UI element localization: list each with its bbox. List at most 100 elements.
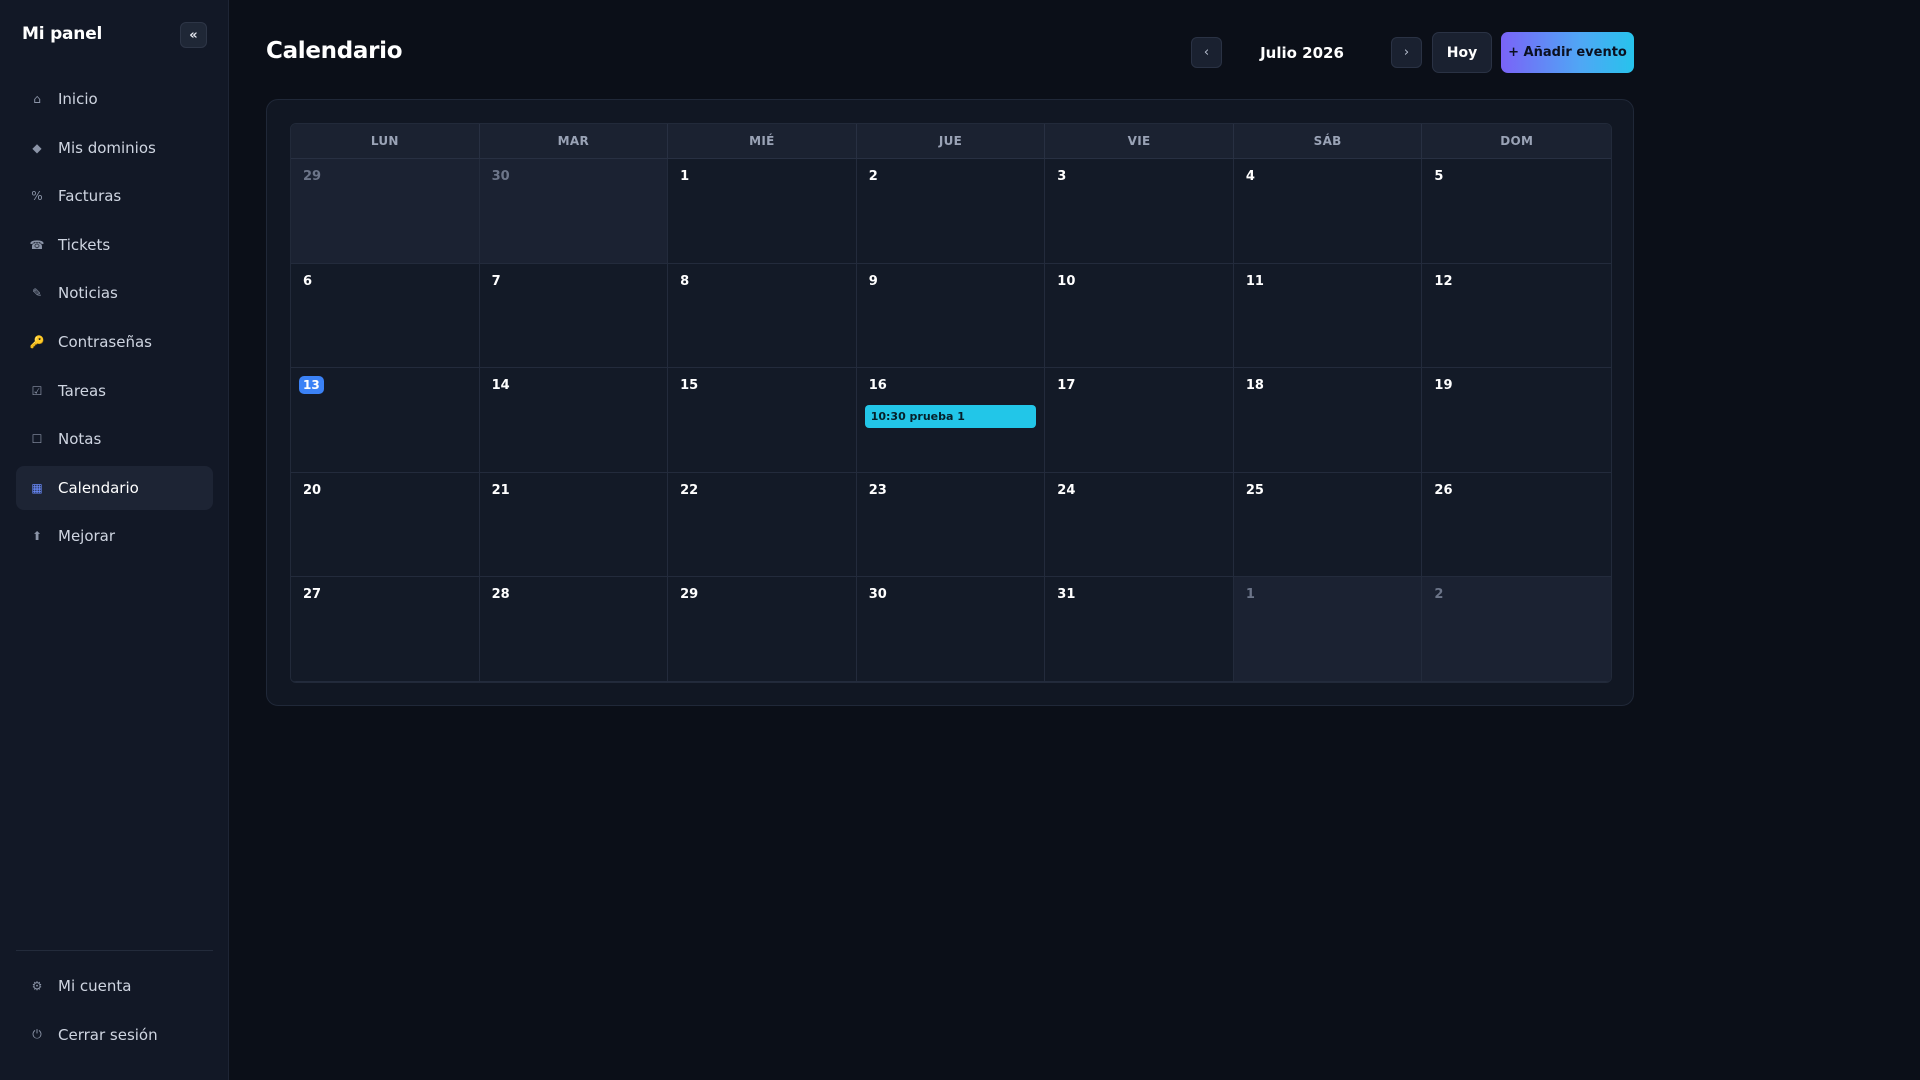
logout-icon: ⏻ bbox=[32, 1027, 42, 1042]
day-cell[interactable]: 4 bbox=[1233, 159, 1423, 264]
collapse-sidebar-button[interactable]: « bbox=[180, 22, 207, 48]
invoices-icon: % bbox=[31, 189, 43, 204]
day-number: 30 bbox=[491, 169, 510, 184]
sidebar-item-home[interactable]: ⌂ Inicio bbox=[16, 77, 213, 121]
day-cell[interactable]: 26 bbox=[1422, 472, 1611, 578]
sidebar-item-label: Tickets bbox=[58, 235, 111, 254]
today-button[interactable]: Hoy bbox=[1432, 32, 1492, 73]
day-cell[interactable]: 11 bbox=[1233, 263, 1423, 369]
weekday-header: MIÉ bbox=[668, 124, 857, 159]
day-cell[interactable]: 7 bbox=[479, 263, 669, 369]
sidebar-item-calendar[interactable]: ▦ Calendario bbox=[16, 465, 213, 510]
day-cell[interactable]: 14 bbox=[479, 368, 669, 473]
domains-icon: ◆ bbox=[32, 140, 42, 155]
day-number: 15 bbox=[680, 378, 699, 394]
day-number: 19 bbox=[1434, 378, 1453, 394]
news-icon: ✎ bbox=[31, 286, 43, 301]
tickets-icon: ☎ bbox=[29, 237, 45, 252]
day-cell-today[interactable]: 13 bbox=[291, 368, 480, 473]
day-cell[interactable]: 27 bbox=[291, 577, 480, 682]
account-icon: ⚙ bbox=[31, 979, 43, 993]
day-cell[interactable]: 29 bbox=[291, 159, 480, 264]
page-title: Calendario bbox=[266, 38, 403, 64]
day-number: 8 bbox=[680, 273, 690, 289]
next-month-button[interactable]: › bbox=[1391, 37, 1422, 68]
sidebar: Mi panel « ⌂ Inicio ◆ Mis dominios% Facturas… bbox=[0, 0, 229, 1080]
day-number: 27 bbox=[303, 587, 322, 603]
sidebar-item-account[interactable]: ⚙ Mi cuenta bbox=[16, 964, 213, 1008]
day-cell[interactable]: 2 bbox=[1422, 577, 1611, 682]
sidebar-item-upgrade[interactable]: ⬆ Mejorar bbox=[16, 514, 213, 558]
sidebar-item-label: Noticias bbox=[58, 284, 118, 303]
sidebar-header: Mi panel « bbox=[22, 22, 207, 50]
sidebar-item-domains[interactable]: ◆ Mis dominios bbox=[16, 126, 213, 170]
day-cell[interactable]: 6 bbox=[291, 263, 480, 369]
day-number: 3 bbox=[1057, 169, 1067, 184]
brand-title: Mi panel bbox=[22, 24, 103, 44]
sidebar-item-label: Cerrar sesión bbox=[58, 1025, 158, 1044]
weekday-header: VIE bbox=[1045, 124, 1234, 159]
sidebar-item-tasks[interactable]: ☑ Tareas bbox=[16, 369, 213, 413]
day-cell[interactable]: 1 bbox=[668, 159, 857, 264]
day-number: 29 bbox=[303, 169, 322, 184]
day-cell[interactable]: 8 bbox=[668, 263, 857, 369]
day-cell[interactable]: 22 bbox=[668, 472, 857, 578]
day-cell[interactable]: 28 bbox=[479, 577, 669, 682]
prev-month-button[interactable]: ‹ bbox=[1191, 37, 1222, 68]
day-cell[interactable]: 9 bbox=[856, 263, 1046, 369]
sidebar-item-logout[interactable]: ⏻ Cerrar sesión bbox=[16, 1013, 213, 1057]
sidebar-item-label: Notas bbox=[58, 430, 102, 449]
day-cell[interactable]: 23 bbox=[856, 472, 1046, 578]
day-cell[interactable]: 17 bbox=[1045, 368, 1234, 473]
day-cell[interactable]: 21 bbox=[479, 472, 669, 578]
sidebar-item-label: Mi cuenta bbox=[58, 977, 132, 995]
sidebar-item-notes[interactable]: ☐ Notas bbox=[16, 417, 213, 461]
day-cell[interactable]: 31 bbox=[1045, 577, 1234, 682]
sidebar-divider bbox=[16, 950, 213, 951]
day-cell[interactable]: 16 10:30 prueba 1 bbox=[856, 368, 1046, 473]
calendar-event[interactable]: 10:30 prueba 1 bbox=[864, 405, 1037, 429]
day-cell[interactable]: 18 bbox=[1233, 368, 1423, 473]
sidebar-item-label: Contraseñas bbox=[58, 332, 152, 351]
sidebar-item-label: Facturas bbox=[58, 187, 122, 206]
day-cell[interactable]: 12 bbox=[1422, 263, 1611, 369]
day-cell[interactable]: 15 bbox=[668, 368, 857, 473]
day-number: 10 bbox=[1057, 273, 1076, 289]
day-number: 1 bbox=[1245, 587, 1255, 603]
sidebar-item-tickets[interactable]: ☎ Tickets bbox=[16, 223, 213, 267]
sidebar-item-news[interactable]: ✎ Noticias bbox=[16, 271, 213, 315]
sidebar-item-passwords[interactable]: 🔑 Contraseñas bbox=[16, 320, 213, 364]
day-cell[interactable]: 1 bbox=[1233, 577, 1423, 682]
calendar-card: LUN MAR MIÉ JUE VIE SÁB DOM 29 30 1 2 3 4 5 6 7 8 9 10 11 12… bbox=[266, 99, 1634, 706]
day-cell[interactable]: 25 bbox=[1233, 472, 1423, 578]
sidebar-item-label: Tareas bbox=[58, 381, 106, 400]
day-number: 2 bbox=[868, 169, 878, 184]
add-event-button[interactable]: + Añadir evento bbox=[1501, 32, 1634, 73]
sidebar-item-invoices[interactable]: % Facturas bbox=[16, 174, 213, 218]
day-number: 26 bbox=[1434, 482, 1453, 498]
day-cell[interactable]: 29 bbox=[668, 577, 857, 682]
day-cell[interactable]: 3 bbox=[1045, 159, 1234, 264]
day-cell[interactable]: 10 bbox=[1045, 263, 1234, 369]
day-number: 23 bbox=[868, 482, 887, 498]
day-number: 29 bbox=[680, 587, 699, 603]
today-day-number: 13 bbox=[299, 376, 324, 395]
day-number: 18 bbox=[1245, 378, 1264, 394]
day-number: 30 bbox=[868, 587, 887, 603]
weekday-header: LUN bbox=[291, 124, 480, 159]
sidebar-item-label: Calendario bbox=[58, 478, 139, 497]
day-number: 16 bbox=[868, 378, 887, 394]
day-cell[interactable]: 2 bbox=[856, 159, 1046, 264]
day-cell[interactable]: 20 bbox=[291, 472, 480, 578]
day-cell[interactable]: 30 bbox=[479, 159, 669, 264]
day-cell[interactable]: 5 bbox=[1422, 159, 1611, 264]
day-cell[interactable]: 24 bbox=[1045, 472, 1234, 578]
home-icon: ⌂ bbox=[33, 92, 41, 106]
day-number: 1 bbox=[680, 169, 690, 184]
day-cell[interactable]: 30 bbox=[856, 577, 1046, 682]
notes-icon: ☐ bbox=[31, 432, 43, 447]
day-cell[interactable]: 19 bbox=[1422, 368, 1611, 473]
sidebar-item-label: Inicio bbox=[58, 90, 98, 108]
day-number: 11 bbox=[1245, 273, 1264, 289]
tasks-icon: ☑ bbox=[31, 383, 43, 398]
